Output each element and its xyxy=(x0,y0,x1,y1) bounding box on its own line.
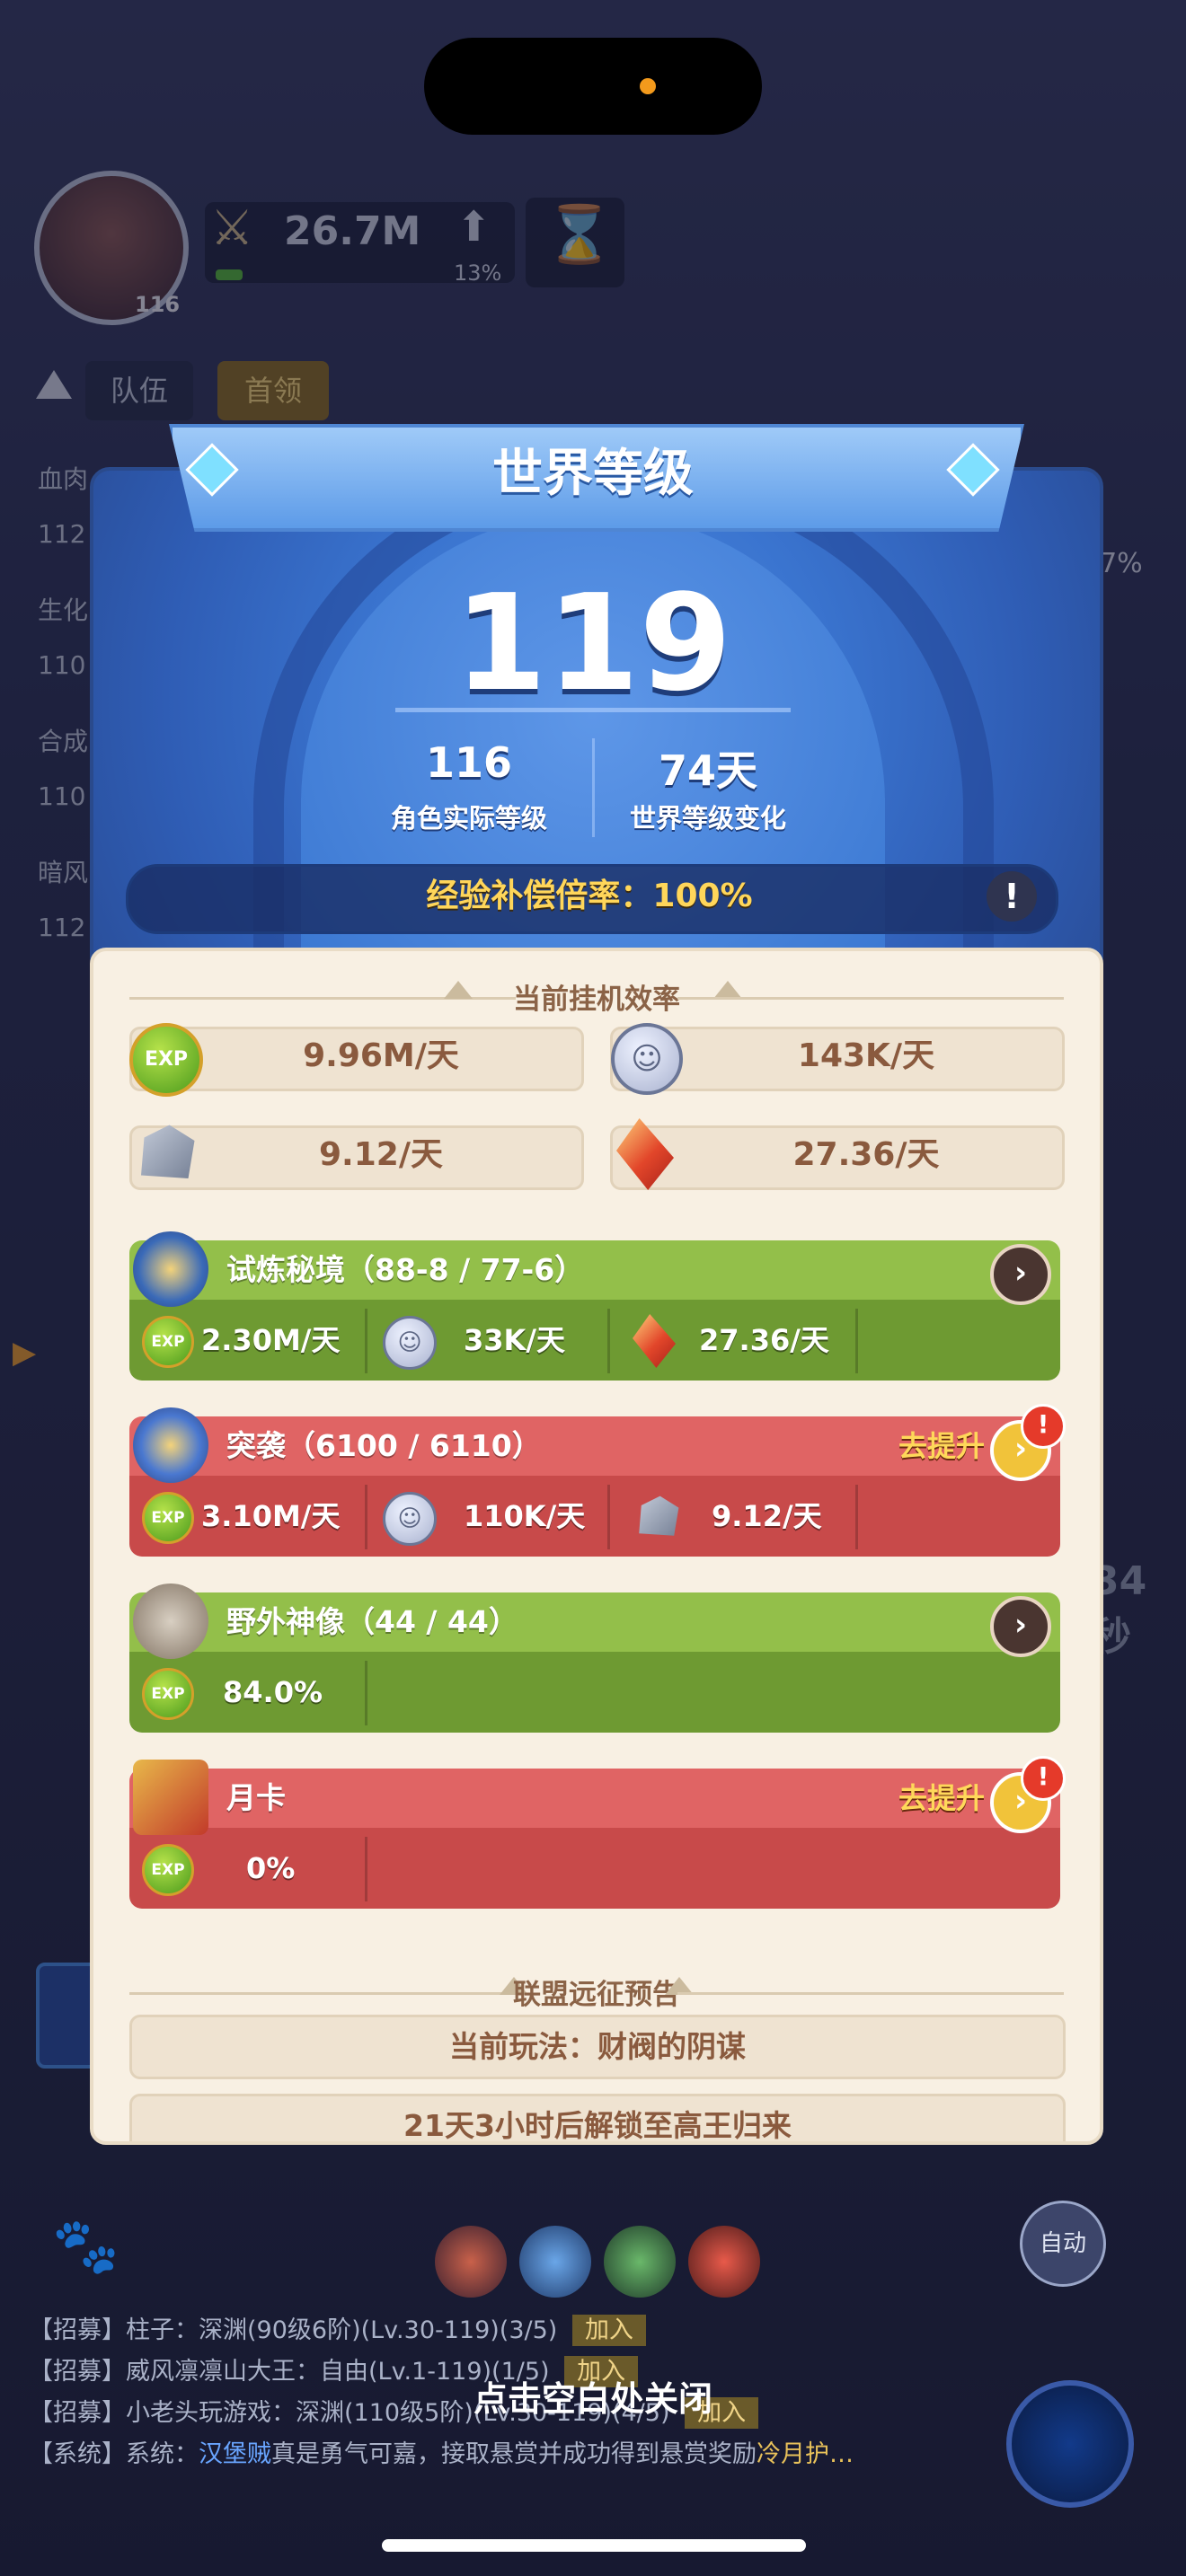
compensation-text: 经验补偿倍率：100% xyxy=(426,878,753,914)
card-title: 突袭（6100 / 6110） xyxy=(226,1428,542,1463)
card-value: 3.10M/天 xyxy=(201,1499,341,1533)
go-arrow-button[interactable]: › xyxy=(990,1244,1051,1305)
alert-badge-icon: ! xyxy=(1021,1756,1066,1801)
dialog-title: 世界等级 xyxy=(492,445,694,503)
current-play-box: 当前玩法：财阀的阴谋 xyxy=(129,2015,1066,2079)
chat-line[interactable]: 【系统】系统：汉堡贼真是勇气可嘉，接取悬赏并成功得到悬赏奖励冷月护… xyxy=(29,2434,854,2469)
trial-realm-icon xyxy=(133,1231,208,1307)
card-title: 野外神像（44 / 44） xyxy=(226,1604,518,1639)
actual-level-value: 116 xyxy=(425,738,513,787)
card-trial-realm[interactable]: 试炼秘境（88-8 / 77-6） › EXP 2.30M/天 ☺ 33K/天 … xyxy=(129,1231,1060,1381)
auto-button[interactable]: 自动 xyxy=(1020,2201,1106,2287)
go-arrow-button[interactable]: › xyxy=(990,1596,1051,1657)
card-raid[interactable]: 突袭（6100 / 6110） 去提升 › ! EXP 3.10M/天 ☺ 11… xyxy=(129,1404,1066,1557)
pet-icon[interactable]: 🐾 xyxy=(52,2214,119,2278)
rate-stone: 9.12/天 xyxy=(319,1136,443,1173)
divider xyxy=(395,708,791,712)
dynamic-island xyxy=(424,38,762,135)
info-exclaim-button[interactable]: ! xyxy=(987,871,1037,922)
coin-icon: ☺ xyxy=(611,1023,683,1095)
level-change-label: 世界等级变化 xyxy=(629,803,786,834)
card-value: 9.12/天 xyxy=(712,1499,822,1533)
exp-icon: EXP xyxy=(142,1668,194,1720)
level-change-days: 74天 xyxy=(658,746,757,795)
exp-icon: EXP xyxy=(142,1844,194,1896)
exp-icon: EXP xyxy=(142,1316,194,1368)
next-unlock-box: 21天3小时后解锁至高王归来 xyxy=(129,2094,1066,2141)
chat-line[interactable]: 【招募】柱子：深渊(90级6阶)(Lv.30-119)(3/5) 加入 xyxy=(29,2310,646,2346)
coin-icon: ☺ xyxy=(383,1316,437,1370)
skill-fire-icon[interactable] xyxy=(435,2226,507,2298)
card-value: 0% xyxy=(246,1851,296,1885)
skill-nature-icon[interactable] xyxy=(604,2226,676,2298)
raid-icon xyxy=(133,1407,208,1483)
rate-gem: 27.36/天 xyxy=(792,1136,940,1173)
join-button[interactable]: 加入 xyxy=(571,2315,646,2346)
home-indicator[interactable] xyxy=(382,2539,806,2552)
alert-badge-icon: ! xyxy=(1021,1404,1066,1449)
coin-icon: ☺ xyxy=(383,1492,437,1546)
card-wild-statue[interactable]: 野外神像（44 / 44） › EXP 84.0% xyxy=(129,1584,1060,1733)
skill-sword-icon[interactable] xyxy=(519,2226,591,2298)
card-title: 试炼秘境（88-8 / 77-6） xyxy=(226,1252,585,1287)
efficiency-panel: 当前挂机效率 EXP 9.96M/天 ☺ 143K/天 9.12/天 27.36… xyxy=(90,948,1103,2145)
actual-level-label: 角色实际等级 xyxy=(390,803,547,834)
improve-link[interactable]: 去提升 xyxy=(898,1416,985,1476)
monthly-card-icon xyxy=(133,1760,208,1835)
rate-coin: 143K/天 xyxy=(797,1037,935,1074)
section-line xyxy=(677,997,1064,1000)
card-value: 27.36/天 xyxy=(699,1323,829,1357)
skill-flame-icon[interactable] xyxy=(688,2226,760,2298)
card-title: 月卡 xyxy=(226,1780,286,1815)
card-value: 33K/天 xyxy=(464,1323,566,1357)
card-value: 2.30M/天 xyxy=(201,1323,341,1357)
section-triangle-icon xyxy=(713,981,742,999)
improve-link[interactable]: 去提升 xyxy=(898,1769,985,1828)
privacy-indicator-dot xyxy=(640,78,656,94)
exp-icon: EXP xyxy=(142,1492,194,1544)
close-hint: 点击空白处关闭 xyxy=(473,2379,712,2419)
card-value: 110K/天 xyxy=(464,1499,586,1533)
world-level-value: 119 xyxy=(454,566,732,720)
card-monthly-pass[interactable]: 月卡 去提升 › ! EXP 0% xyxy=(129,1756,1066,1909)
card-value: 84.0% xyxy=(223,1675,323,1709)
rate-exp: 9.96M/天 xyxy=(303,1037,459,1074)
statue-icon xyxy=(133,1584,208,1659)
